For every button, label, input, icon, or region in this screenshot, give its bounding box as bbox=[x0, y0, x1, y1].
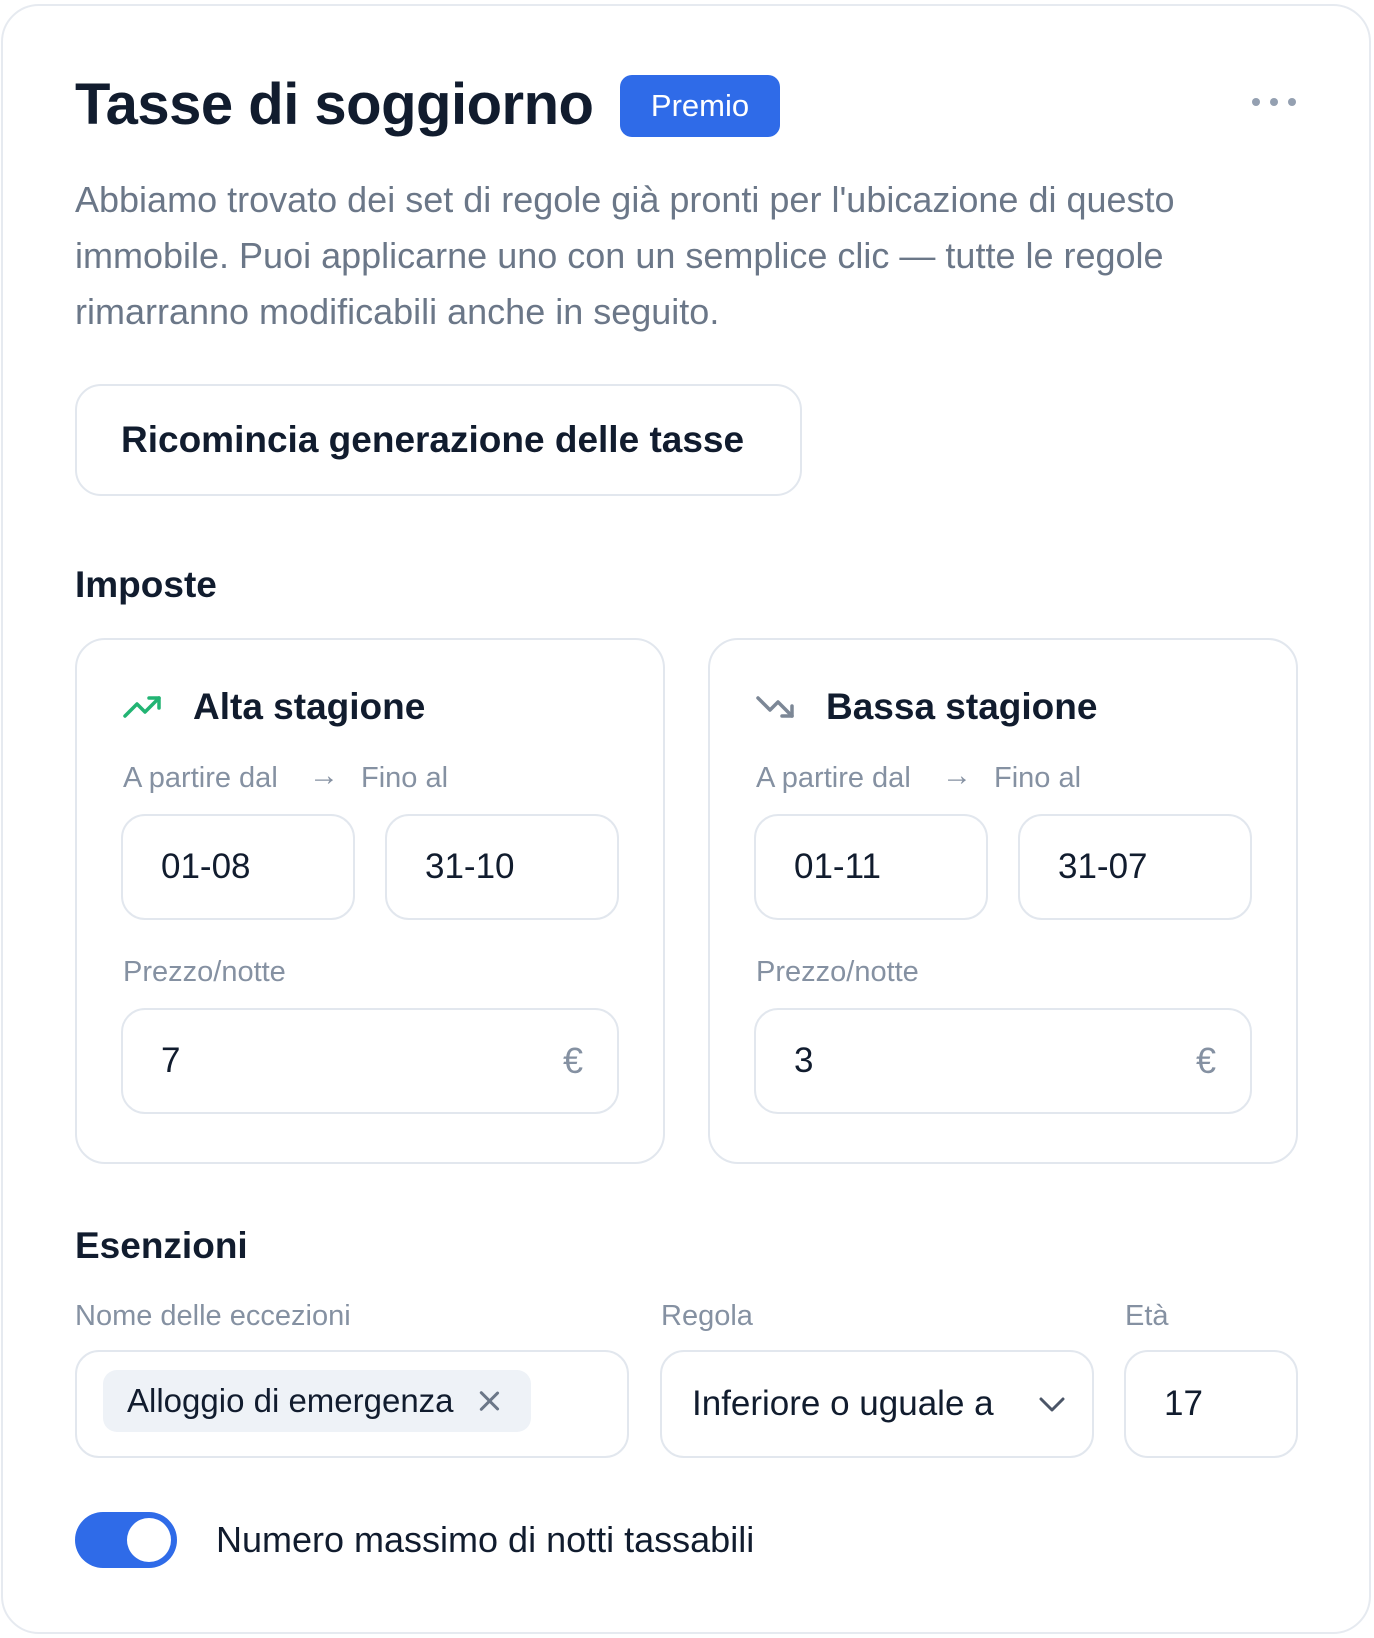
start-date-field[interactable]: 01-08 bbox=[121, 814, 355, 920]
close-icon[interactable] bbox=[476, 1388, 502, 1414]
chevron-down-icon bbox=[1039, 1397, 1065, 1412]
trending-up-icon bbox=[123, 696, 161, 718]
restart-generation-button[interactable]: Ricomincia generazione delle tasse bbox=[75, 384, 802, 496]
end-date-field[interactable]: 31-10 bbox=[385, 814, 619, 920]
euro-icon: € bbox=[1195, 1040, 1216, 1081]
price-label: Prezzo/notte bbox=[123, 956, 286, 988]
premium-badge: Premio bbox=[620, 75, 780, 137]
low-season-panel: Bassa stagione A partire dal → Fino al 0… bbox=[708, 638, 1298, 1164]
start-date-field[interactable]: 01-11 bbox=[754, 814, 988, 920]
from-label: A partire dal bbox=[756, 762, 911, 794]
taxes-section-heading: Imposte bbox=[75, 564, 217, 605]
high-season-title: Alta stagione bbox=[193, 686, 426, 727]
price-per-night-field[interactable]: 7 € bbox=[121, 1008, 619, 1114]
age-label: Età bbox=[1125, 1300, 1169, 1332]
more-options-icon[interactable] bbox=[1252, 92, 1296, 112]
price-label: Prezzo/notte bbox=[756, 956, 919, 988]
price-value: 7 bbox=[161, 1041, 181, 1080]
toggle-knob bbox=[127, 1518, 171, 1562]
chip-label: Alloggio di emergenza bbox=[127, 1382, 454, 1419]
rule-label: Regola bbox=[661, 1300, 753, 1332]
price-per-night-field[interactable]: 3 € bbox=[754, 1008, 1252, 1114]
arrow-right-icon: → bbox=[942, 759, 972, 792]
from-label: A partire dal bbox=[123, 762, 278, 794]
max-taxable-nights-toggle[interactable] bbox=[75, 1512, 177, 1568]
exception-name-field[interactable]: Alloggio di emergenza bbox=[75, 1350, 629, 1458]
euro-icon: € bbox=[562, 1040, 583, 1081]
low-season-title: Bassa stagione bbox=[826, 686, 1098, 727]
exception-name-label: Nome delle eccezioni bbox=[75, 1300, 351, 1332]
to-label: Fino al bbox=[994, 762, 1082, 794]
rule-select-value: Inferiore o uguale a bbox=[692, 1384, 994, 1423]
exemptions-section-heading: Esenzioni bbox=[75, 1225, 248, 1266]
price-value: 3 bbox=[794, 1041, 814, 1080]
arrow-right-icon: → bbox=[309, 759, 339, 792]
rule-select[interactable]: Inferiore o uguale a bbox=[660, 1350, 1094, 1458]
to-label: Fino al bbox=[361, 762, 449, 794]
description-text: Abbiamo trovato dei set di regole già pr… bbox=[75, 179, 1175, 332]
toggle-label: Numero massimo di notti tassabili bbox=[216, 1519, 755, 1560]
end-date-field[interactable]: 31-07 bbox=[1018, 814, 1252, 920]
trending-down-icon bbox=[756, 696, 794, 718]
page-title: Tasse di soggiorno bbox=[75, 72, 594, 137]
high-season-panel: Alta stagione A partire dal → Fino al 01… bbox=[75, 638, 665, 1164]
exception-chip: Alloggio di emergenza bbox=[103, 1370, 531, 1432]
age-input[interactable]: 17 bbox=[1124, 1350, 1298, 1458]
